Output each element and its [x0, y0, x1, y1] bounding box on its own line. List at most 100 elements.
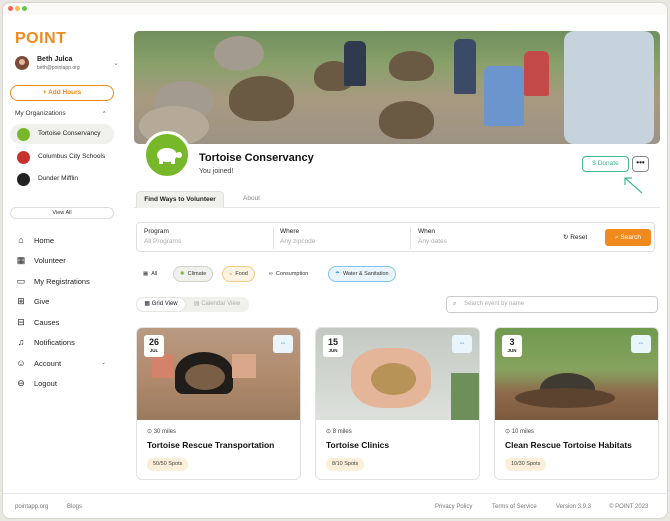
search-event-input[interactable]: ⌕ Search event by name	[446, 296, 658, 313]
event-card[interactable]: 15 JUN ⇔ ⊙ 8 miles Tortoise Clinics 8/10…	[315, 327, 480, 480]
close-window-button[interactable]	[8, 6, 13, 11]
event-distance-value: 8 miles	[332, 429, 352, 435]
search-label: Search	[620, 234, 642, 241]
chip-food[interactable]: ◒ Food	[222, 266, 255, 282]
infinity-icon: ∞	[269, 271, 273, 277]
program-filter-value: All Programs	[144, 238, 182, 245]
where-filter-value: Any zipcode	[280, 238, 316, 245]
chip-label: Water & Sanitation	[342, 271, 389, 277]
donate-button[interactable]: $ Donate	[582, 156, 629, 172]
minimize-window-button[interactable]	[15, 6, 20, 11]
nav-label: Account	[34, 359, 62, 368]
location-pin-icon: ⊙	[326, 429, 332, 435]
event-distance: ⊙ 8 miles	[326, 428, 352, 435]
nav-causes[interactable]: ⊟ Causes	[16, 316, 116, 330]
grid-icon: ▦	[143, 271, 149, 277]
app-logo[interactable]: POINT	[15, 30, 66, 48]
nav-give[interactable]: ⊞ Give	[16, 295, 116, 309]
event-spots-badge: 50/50 Spots	[147, 458, 189, 471]
footer-blogs-link[interactable]: Blogs	[67, 504, 82, 510]
refresh-icon: ↻	[563, 234, 569, 241]
event-distance-value: 30 miles	[153, 429, 177, 435]
nav-logout[interactable]: ⊖ Logout	[16, 377, 116, 391]
when-filter-value: Any dates	[418, 238, 447, 245]
sidebar-org-columbus-city-schools[interactable]: Columbus City Schools	[10, 147, 114, 167]
my-organizations-header[interactable]: My Organizations ⌃	[15, 110, 107, 118]
event-day: 3	[509, 337, 515, 347]
when-filter[interactable]: When Any dates	[418, 228, 546, 248]
view-all-button[interactable]: View All	[10, 207, 114, 219]
org-join-status: You joined!	[199, 168, 234, 175]
event-spots-badge: 10/30 Spots	[505, 458, 547, 471]
user-menu[interactable]: Beth Julca beth@pointapp.org ⌄	[15, 54, 119, 74]
org-logo	[143, 131, 191, 179]
nav-notifications[interactable]: ♫ Notifications	[16, 336, 116, 350]
program-filter[interactable]: Program All Programs	[144, 228, 272, 248]
search-icon: ⌕	[614, 234, 619, 241]
nav-label: My Registrations	[34, 277, 90, 286]
when-filter-label: When	[418, 228, 435, 235]
event-month: JUL	[149, 348, 159, 353]
footer-privacy-link[interactable]: Privacy Policy	[435, 504, 472, 510]
event-title: Clean Rescue Tortoise Habitats	[505, 440, 632, 450]
footer-site-link[interactable]: pointapp.org	[15, 504, 48, 510]
tab-about[interactable]: About	[229, 191, 274, 208]
event-card[interactable]: 26 JUL ⇔ ⊙ 30 miles Tortoise Rescue Tran…	[136, 327, 301, 480]
event-distance: ⊙ 30 miles	[147, 428, 176, 435]
chip-climate[interactable]: ✺ Climate	[173, 266, 214, 282]
calendar-view-label: Calendar View	[201, 301, 241, 307]
chip-consumption[interactable]: ∞ Consumption	[262, 266, 315, 282]
where-filter[interactable]: Where Any zipcode	[280, 228, 408, 248]
chip-all[interactable]: ▦ All	[136, 266, 164, 282]
chevron-down-icon: ⌄	[113, 60, 119, 67]
footer-terms-link[interactable]: Terms of Service	[492, 504, 537, 510]
event-date-badge: 26 JUL	[144, 335, 164, 357]
event-date-badge: 3 JUN	[502, 335, 522, 357]
water-cause-icon: ⇔	[631, 335, 651, 353]
event-title: Tortoise Clinics	[326, 440, 390, 450]
nav-home[interactable]: ⌂ Home	[16, 234, 116, 248]
app-window: POINT Beth Julca beth@pointapp.org ⌄ + A…	[2, 2, 668, 519]
footer-version: Version 3.9.3	[556, 504, 592, 510]
tab-find-ways-to-volunteer[interactable]: Find Ways to Volunteer	[136, 191, 224, 208]
sidebar-org-label: Columbus City Schools	[38, 153, 106, 160]
chip-water-sanitation[interactable]: ☂ Water & Sanitation	[328, 266, 396, 282]
nav-label: Give	[34, 297, 50, 306]
title-bar	[3, 3, 667, 15]
program-filter-label: Program	[144, 228, 169, 235]
org-title: Tortoise Conservancy	[199, 152, 314, 164]
avatar	[15, 56, 29, 70]
footer: pointapp.org Blogs Privacy Policy Terms …	[3, 493, 667, 518]
calendar-view-button[interactable]: ▤ Calendar View	[187, 298, 247, 311]
grid-view-button[interactable]: ▦ Grid View	[137, 298, 185, 311]
event-month: JUN	[507, 348, 517, 353]
reset-button[interactable]: ↻ Reset	[563, 233, 587, 241]
where-filter-label: Where	[280, 228, 300, 235]
maximize-window-button[interactable]	[22, 6, 27, 11]
search-button[interactable]: ⌕ Search	[605, 229, 651, 246]
add-hours-button[interactable]: + Add Hours	[10, 85, 114, 101]
more-options-button[interactable]: •••	[632, 156, 649, 172]
tortoise-icon	[157, 148, 182, 164]
nav-my-registrations[interactable]: ▭ My Registrations	[16, 275, 116, 289]
event-date-badge: 15 JUN	[323, 335, 343, 357]
chip-label: Climate	[187, 271, 207, 277]
logout-icon: ⊖	[17, 378, 25, 388]
nav-account[interactable]: ☺ Account ⌄	[16, 357, 116, 371]
sidebar-org-tortoise-conservancy[interactable]: Tortoise Conservancy	[10, 124, 114, 144]
org-tabs: Find Ways to Volunteer About	[134, 191, 660, 208]
sidebar-org-dunder-mifflin[interactable]: Dunder Mifflin	[10, 169, 114, 189]
sidebar-org-label: Tortoise Conservancy	[38, 130, 101, 137]
nav-label: Notifications	[34, 338, 75, 347]
calendar-icon: ▦	[16, 255, 26, 265]
bowl-icon: ◒	[229, 271, 233, 277]
chip-label: All	[151, 271, 158, 277]
event-card[interactable]: 3 JUN ⇔ ⊙ 10 miles Clean Rescue Tortoise…	[494, 327, 659, 480]
calendar-icon: ▤	[193, 301, 200, 307]
chip-label: Food	[235, 271, 248, 277]
gift-icon: ⊞	[17, 296, 25, 306]
footer-copyright: © POINT 2023	[609, 504, 649, 510]
user-name: Beth Julca	[37, 56, 73, 63]
water-cause-icon: ⇔	[273, 335, 293, 353]
nav-volunteer[interactable]: ▦ Volunteer	[16, 254, 116, 268]
